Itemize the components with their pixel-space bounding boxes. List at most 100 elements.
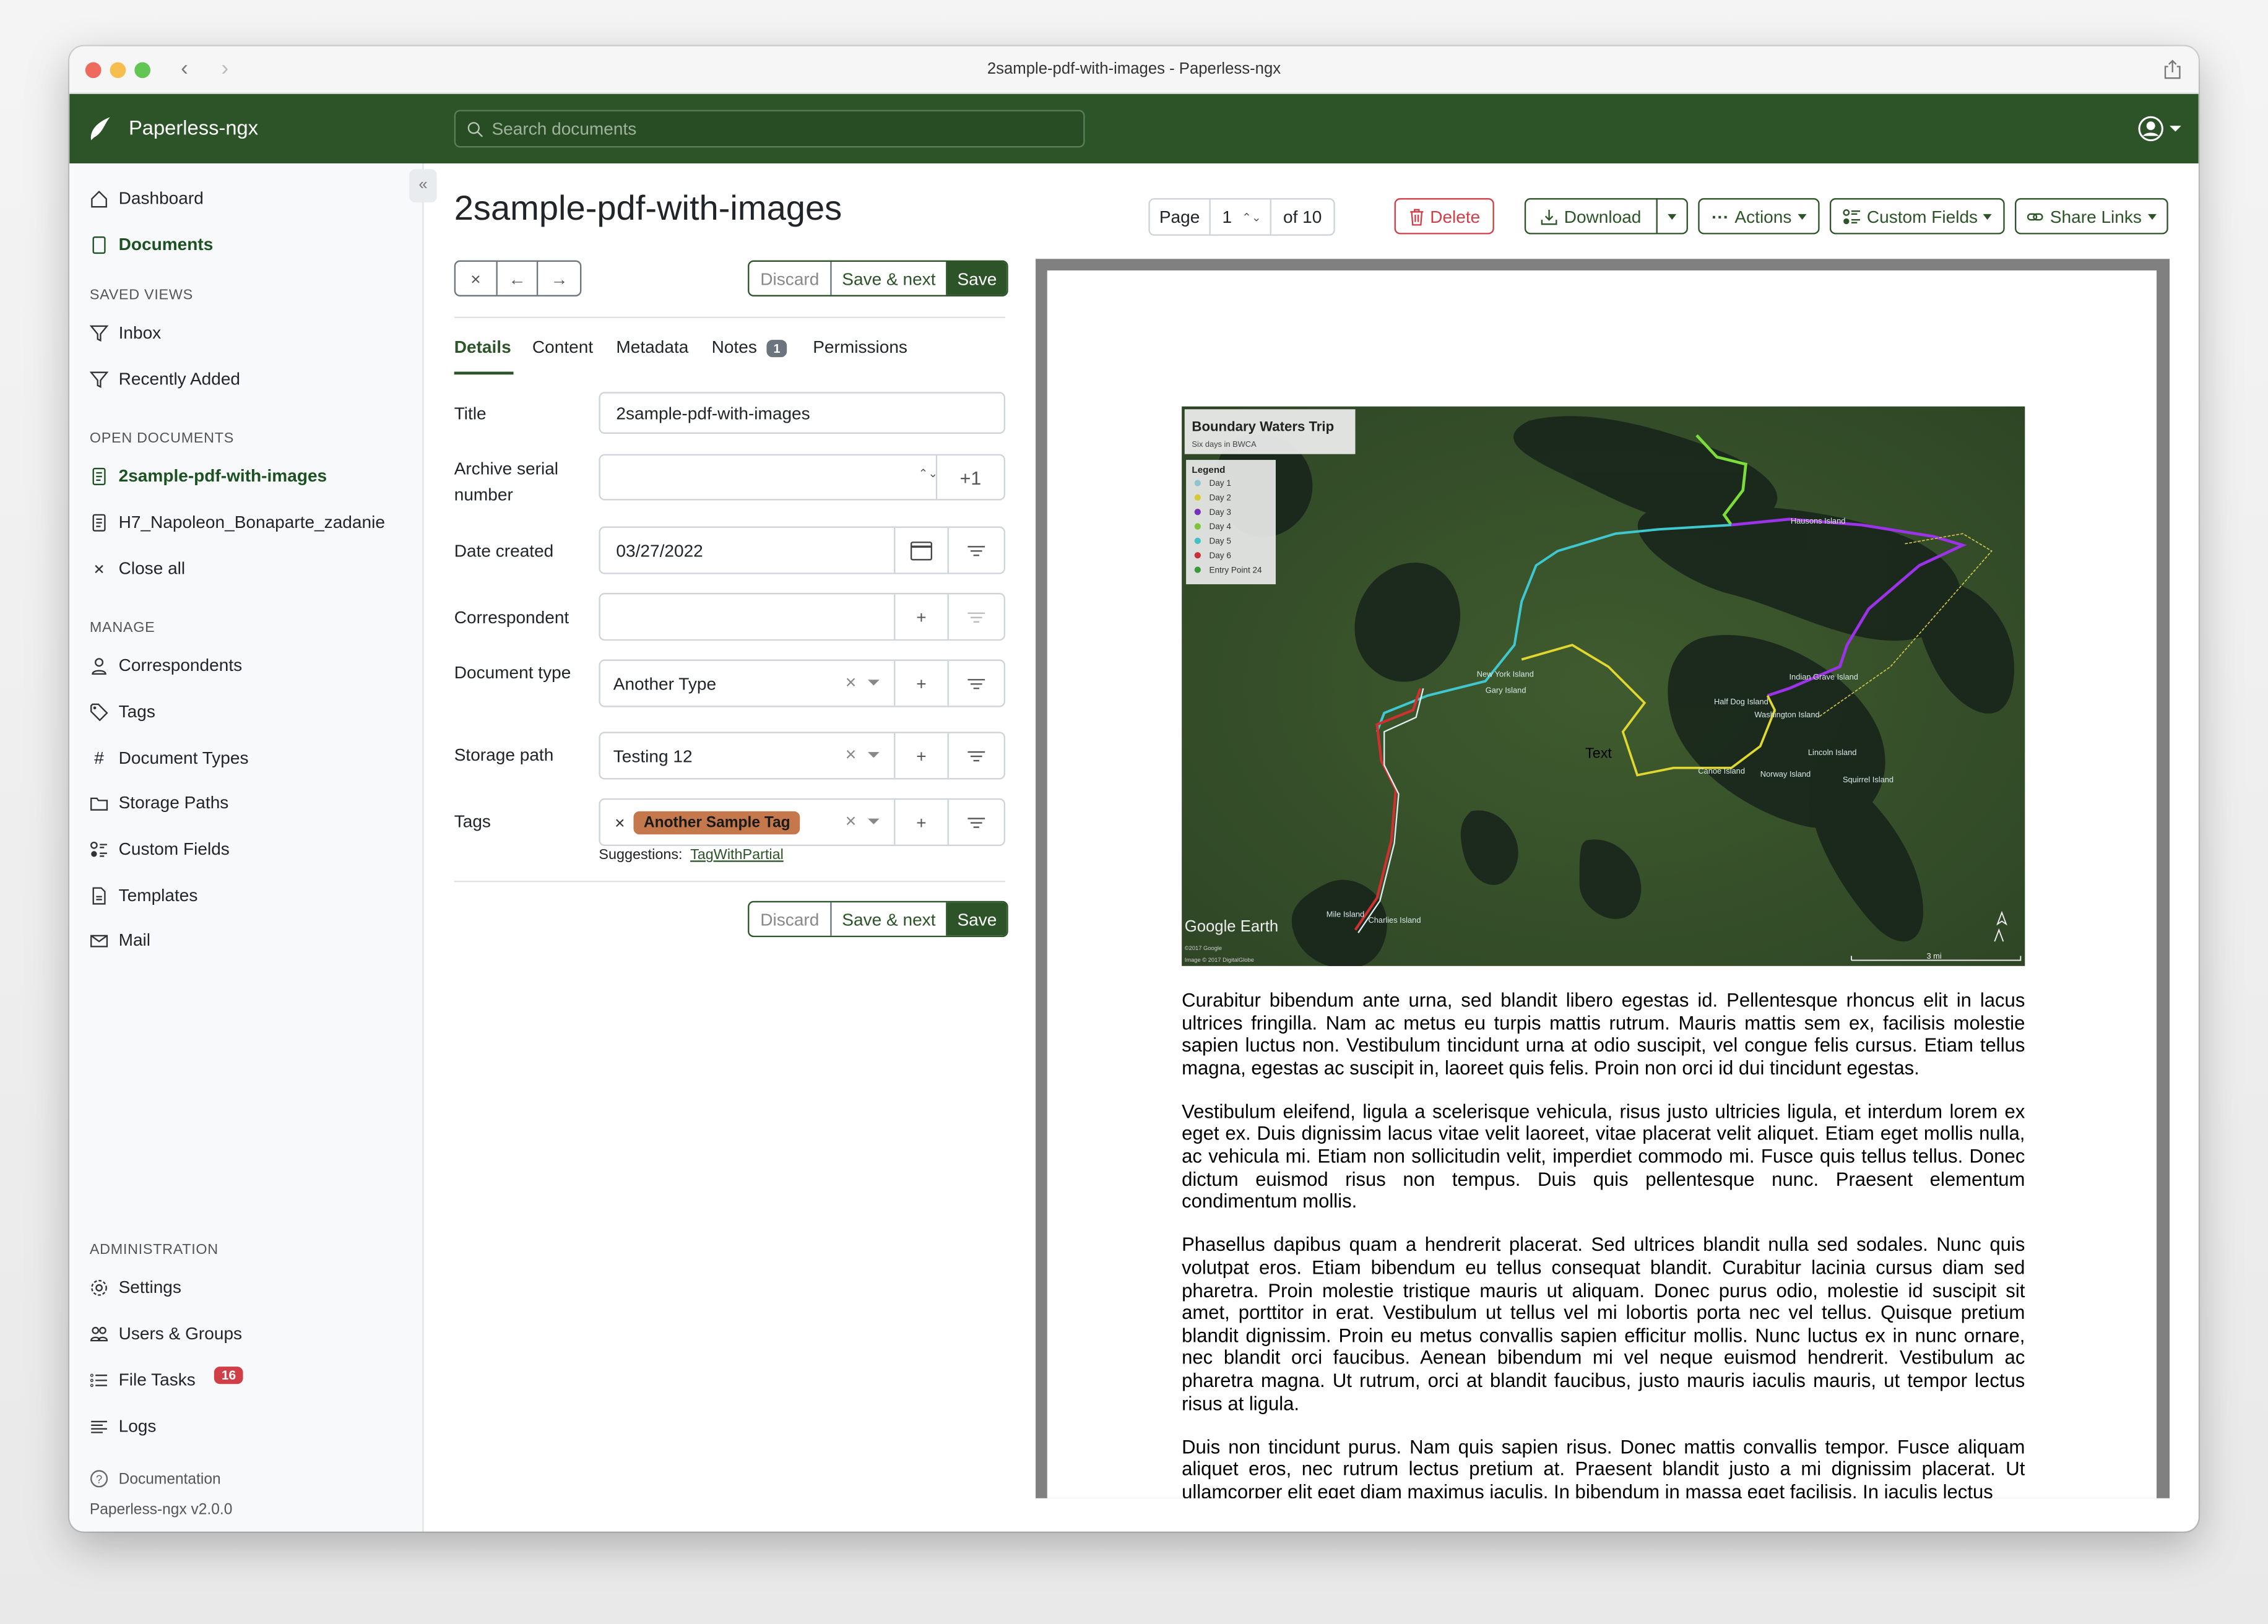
close-document-button[interactable]: ×: [456, 261, 498, 295]
save-next-button[interactable]: Save & next: [832, 902, 948, 936]
share-links-dropdown[interactable]: Share Links: [2015, 198, 2168, 235]
delete-button[interactable]: Delete: [1394, 198, 1494, 235]
user-menu[interactable]: [2138, 116, 2181, 142]
filter-button[interactable]: [947, 733, 1004, 779]
sidebar-item-correspondents[interactable]: Correspondents: [90, 655, 242, 675]
sidebar-documentation-link[interactable]: ? Documentation: [90, 1469, 221, 1488]
sidebar-item-custom-fields[interactable]: Custom Fields: [90, 839, 230, 859]
custom-fields-dropdown[interactable]: Custom Fields: [1829, 198, 2005, 235]
spinner-icon[interactable]: ⌃⌄: [1242, 210, 1261, 223]
clear-icon[interactable]: ×: [846, 671, 857, 693]
tab-notes[interactable]: Notes 1: [712, 337, 788, 358]
asn-increment-button[interactable]: +1: [935, 456, 1004, 499]
custom-fields-label: Custom Fields: [1866, 205, 1978, 227]
sidebar-close-all[interactable]: Close all: [90, 558, 185, 579]
user-circle-icon: [2138, 116, 2163, 142]
discard-button[interactable]: Discard: [749, 902, 832, 936]
sidebar-item-logs[interactable]: Logs: [90, 1416, 156, 1436]
next-document-button[interactable]: →: [539, 262, 580, 295]
download-dropdown-toggle[interactable]: [1656, 198, 1688, 235]
tab-metadata[interactable]: Metadata: [616, 337, 688, 357]
add-tag-button[interactable]: +: [894, 800, 947, 845]
correspondent-select[interactable]: +: [599, 593, 1006, 641]
save-next-button[interactable]: Save & next: [832, 261, 948, 295]
sidebar-open-document[interactable]: H7_Napoleon_Bonaparte_zadanie: [90, 512, 385, 532]
clear-icon[interactable]: ×: [846, 810, 857, 832]
gear-icon: [91, 1279, 107, 1295]
remove-tag-icon[interactable]: ×: [615, 812, 625, 832]
paragraph: Phasellus dapibus quam a hendrerit place…: [1182, 1234, 2025, 1414]
asn-input[interactable]: ⌃⌄ +1: [599, 454, 1006, 501]
text-left-icon: [91, 1420, 107, 1433]
previous-document-button[interactable]: ←: [497, 261, 539, 295]
add-storage-path-button[interactable]: +: [894, 733, 947, 779]
tags-icon: [90, 702, 108, 721]
tab-details[interactable]: Details: [454, 337, 511, 357]
brand-name[interactable]: Paperless-ngx: [129, 116, 258, 139]
sidebar-item-dashboard[interactable]: Dashboard: [90, 188, 204, 208]
sidebar-item-users-groups[interactable]: Users & Groups: [90, 1323, 242, 1344]
sidebar-item-file-tasks[interactable]: File Tasks 16: [90, 1367, 243, 1390]
filter-button[interactable]: [947, 594, 1004, 639]
save-button[interactable]: Save: [947, 261, 1007, 295]
clear-icon[interactable]: ×: [846, 743, 857, 765]
sidebar: Dashboard Documents SAVED VIEWS Inbox Re…: [69, 163, 424, 1532]
sidebar-item-templates[interactable]: Templates: [90, 885, 197, 905]
filter-button[interactable]: [947, 800, 1004, 845]
place-label: Text: [1585, 745, 1612, 761]
share-icon[interactable]: [2164, 59, 2181, 80]
place-label: Squirrel Island: [1843, 775, 1894, 784]
filter-button[interactable]: [947, 527, 1004, 573]
date-created-input[interactable]: 03/27/2022: [599, 526, 1006, 574]
calendar-button[interactable]: [894, 527, 947, 573]
window-title: 2sample-pdf-with-images - Paperless-ngx: [987, 61, 1281, 79]
sidebar-item-tags[interactable]: Tags: [90, 701, 155, 722]
pdf-preview[interactable]: Boundary Waters Trip Six days in BWCA Le…: [1036, 259, 2170, 1498]
page-title: 2sample-pdf-with-images: [454, 189, 842, 229]
sidebar-open-document[interactable]: 2sample-pdf-with-images: [90, 465, 327, 486]
legend-swatch: [1194, 537, 1201, 545]
legend-label: Day 5: [1209, 537, 1231, 546]
sidebar-item-label: Custom Fields: [118, 839, 230, 859]
download-label: Download: [1564, 205, 1642, 227]
map-copyright: Image © 2017 DigitalGlobe: [1185, 957, 1254, 963]
sidebar-item-settings[interactable]: Settings: [90, 1277, 181, 1297]
sidebar-item-inbox[interactable]: Inbox: [89, 322, 161, 343]
administration-header: ADMINISTRATION: [89, 1242, 219, 1258]
sidebar-item-mail[interactable]: Mail: [90, 930, 150, 950]
title-input[interactable]: 2sample-pdf-with-images: [599, 392, 1006, 434]
sidebar-item-storage-paths[interactable]: Storage Paths: [90, 793, 228, 813]
active-tab-indicator: [454, 371, 514, 375]
storage-path-select[interactable]: Testing 12 × +: [599, 732, 1006, 780]
title-label: Title: [454, 403, 487, 424]
discard-button[interactable]: Discard: [749, 261, 832, 295]
page-number-input[interactable]: 1 ⌃⌄: [1211, 199, 1271, 235]
document-type-select[interactable]: Another Type × +: [599, 659, 1006, 707]
sidebar-item-recently-added[interactable]: Recently Added: [89, 369, 240, 389]
save-button[interactable]: Save: [947, 902, 1007, 936]
collapse-sidebar-button[interactable]: «: [409, 169, 437, 203]
tags-select[interactable]: × Another Sample Tag × +: [599, 798, 1006, 846]
filter-button[interactable]: [947, 660, 1004, 706]
spinner-icon[interactable]: ⌃⌄: [919, 467, 938, 480]
sidebar-item-documents[interactable]: Documents: [90, 235, 213, 254]
document-nav-group: × ← →: [454, 260, 582, 297]
sidebar-item-label: Document Types: [118, 748, 249, 768]
search-input[interactable]: Search documents: [454, 110, 1085, 148]
map-title: Boundary Waters Trip: [1192, 418, 1334, 434]
page-number: 1: [1222, 207, 1232, 227]
add-document-type-button[interactable]: +: [894, 660, 947, 706]
pdf-page: Boundary Waters Trip Six days in BWCA Le…: [1047, 270, 2157, 1498]
hash-icon: #: [94, 748, 104, 768]
manage-header: MANAGE: [89, 620, 155, 637]
paragraph: Curabitur bibendum ante urna, sed blandi…: [1182, 989, 2025, 1079]
tab-permissions[interactable]: Permissions: [813, 337, 907, 357]
sidebar-item-document-types[interactable]: # Document Types: [90, 748, 249, 768]
actions-dropdown[interactable]: ··· Actions: [1698, 198, 1820, 235]
tab-content[interactable]: Content: [532, 337, 593, 357]
suggestion-link[interactable]: TagWithPartial: [690, 847, 784, 863]
link-icon: [2027, 212, 2044, 220]
filter-icon: [967, 611, 985, 622]
add-correspondent-button[interactable]: +: [894, 594, 947, 639]
download-button[interactable]: Download: [1524, 198, 1658, 235]
